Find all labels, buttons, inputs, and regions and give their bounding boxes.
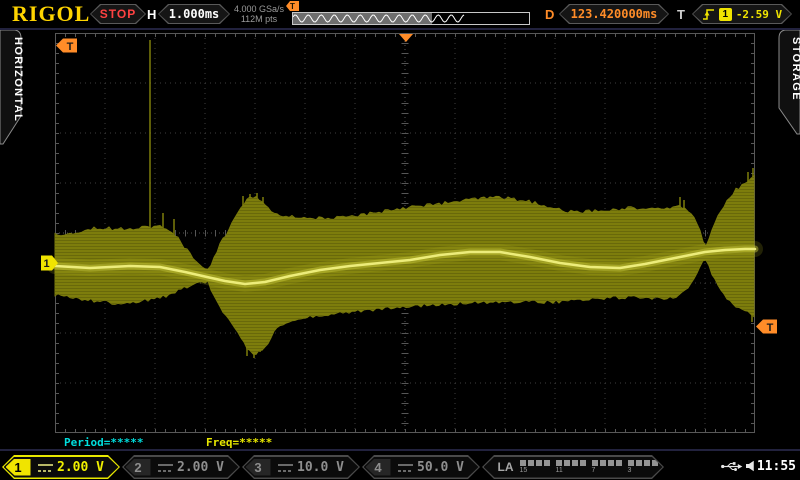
digital-channel-square bbox=[616, 460, 622, 466]
channel-1-inner: 1 2.00 V bbox=[4, 457, 119, 478]
digital-channel-group: 3 bbox=[628, 460, 658, 466]
digital-channel-square bbox=[536, 460, 542, 466]
channel-2-box[interactable]: 2 2.00 V bbox=[122, 455, 240, 479]
trigger-settings-badge[interactable]: 1 -2.59 V bbox=[692, 4, 792, 24]
digital-channel-square bbox=[564, 460, 570, 466]
channel-1-box[interactable]: 1 2.00 V bbox=[2, 455, 120, 479]
digital-channel-square bbox=[628, 460, 634, 466]
rigol-logo: RIGOL bbox=[12, 1, 91, 26]
memory-position-bar bbox=[292, 12, 530, 25]
digital-channel-group-label: 11 bbox=[555, 466, 563, 474]
acquisition-info: 4.000 GSa/s 112M pts bbox=[226, 4, 292, 24]
speaker-icon bbox=[745, 460, 754, 472]
channel-3-scale: 10.0 V bbox=[297, 459, 344, 475]
trigger-edge-icon bbox=[702, 7, 715, 21]
digital-channel-groups: 15 11 7 3 bbox=[520, 460, 658, 466]
digital-channel-square bbox=[644, 460, 650, 466]
tab-storage-label: STORAGE bbox=[790, 37, 800, 101]
digital-channel-square bbox=[580, 460, 586, 466]
measurement-period: Period=***** bbox=[64, 436, 144, 449]
digital-channel-square bbox=[600, 460, 606, 466]
tab-horizontal-label: HORIZONTAL bbox=[12, 37, 24, 122]
channel-2-coupling-icon bbox=[158, 463, 173, 472]
scope-display: T T 1 HORIZONTAL STORAGE bbox=[0, 29, 800, 433]
delay-label: D bbox=[545, 7, 555, 22]
channel-3-box[interactable]: 3 10.0 V bbox=[242, 455, 360, 479]
trigger-time-flag-label: T bbox=[67, 41, 74, 53]
trigger-label: T bbox=[677, 7, 685, 22]
digital-channel-group: 7 bbox=[592, 460, 622, 466]
channel-4-coupling-icon bbox=[398, 463, 413, 472]
channel-4-inner: 4 50.0 V bbox=[364, 457, 479, 478]
channel-2-scale: 2.00 V bbox=[177, 459, 224, 475]
digital-channel-group-label: 15 bbox=[519, 466, 528, 474]
digital-channel-square bbox=[608, 460, 614, 466]
memory-depth: 112M pts bbox=[240, 14, 278, 24]
digital-channel-square bbox=[592, 460, 598, 466]
delay-offset-badge[interactable]: 123.420000ms bbox=[559, 4, 669, 24]
tab-horizontal-menu[interactable]: HORIZONTAL bbox=[0, 29, 24, 145]
clock: 11:55 bbox=[756, 458, 796, 474]
trigger-level-flag-label: T bbox=[767, 322, 774, 334]
digital-channel-group: 15 bbox=[520, 460, 550, 466]
sample-rate: 4.000 GSa/s bbox=[233, 4, 285, 14]
measurement-freq: Freq=***** bbox=[206, 436, 273, 449]
channel-3-inner: 3 10.0 V bbox=[244, 457, 359, 478]
trigger-time-flag[interactable]: T bbox=[56, 38, 77, 54]
channel-2-inner: 2 2.00 V bbox=[124, 457, 239, 478]
trigger-position-marker[interactable] bbox=[399, 34, 413, 42]
horizontal-scale-value: 1.000ms bbox=[159, 5, 229, 23]
tab-storage-menu[interactable]: STORAGE bbox=[778, 29, 800, 135]
digital-channel-square bbox=[544, 460, 550, 466]
delay-offset-value: 123.420000ms bbox=[560, 5, 668, 23]
usb-icon bbox=[721, 461, 743, 471]
digital-channel-square bbox=[556, 460, 562, 466]
waveform-ch1 bbox=[47, 40, 763, 358]
oscilloscope-screen: T T 1 HORIZONTAL STORAGE RIGOL STOP H 1.… bbox=[0, 0, 800, 480]
digital-channel-square bbox=[572, 460, 578, 466]
top-status-bar: RIGOL STOP H 1.000ms 4.000 GSa/s 112M pt… bbox=[0, 0, 800, 30]
logic-analyzer-label: LA bbox=[497, 459, 514, 474]
horizontal-scale-label: H bbox=[147, 7, 157, 22]
digital-channel-square bbox=[520, 460, 526, 466]
status-icons: 11:55 bbox=[720, 457, 796, 475]
logic-analyzer-inner: LA 15 11 7 3 bbox=[484, 457, 663, 478]
trigger-level-flag[interactable]: T bbox=[756, 319, 777, 335]
digital-channel-group-label: 3 bbox=[627, 466, 632, 474]
trigger-source-channel: 1 bbox=[719, 8, 732, 21]
run-state-text: STOP bbox=[91, 5, 145, 23]
memory-bar-graphic bbox=[292, 12, 530, 25]
channel-4-box[interactable]: 4 50.0 V bbox=[362, 455, 480, 479]
logic-analyzer-box[interactable]: LA 15 11 7 3 bbox=[482, 455, 664, 479]
digital-channel-square bbox=[528, 460, 534, 466]
trigger-settings-content: 1 -2.59 V bbox=[693, 5, 791, 23]
channel-3-coupling-icon bbox=[278, 463, 293, 472]
channel1-ground-marker-label: 1 bbox=[43, 258, 49, 270]
digital-channel-square bbox=[636, 460, 642, 466]
digital-channel-group: 11 bbox=[556, 460, 586, 466]
trigger-level-value: -2.59 V bbox=[735, 7, 783, 21]
run-state-badge[interactable]: STOP bbox=[90, 4, 146, 24]
digital-channel-group-label: 7 bbox=[591, 466, 596, 474]
channel-1-scale: 2.00 V bbox=[57, 459, 104, 475]
channel-1-coupling-icon bbox=[38, 463, 53, 472]
channel-status-bar: 1 2.00 V 2 2.00 V 3 10.0 V 4 50.0 V LA 1… bbox=[0, 449, 800, 480]
horizontal-scale-badge[interactable]: 1.000ms bbox=[158, 4, 230, 24]
channel-4-scale: 50.0 V bbox=[417, 459, 464, 475]
